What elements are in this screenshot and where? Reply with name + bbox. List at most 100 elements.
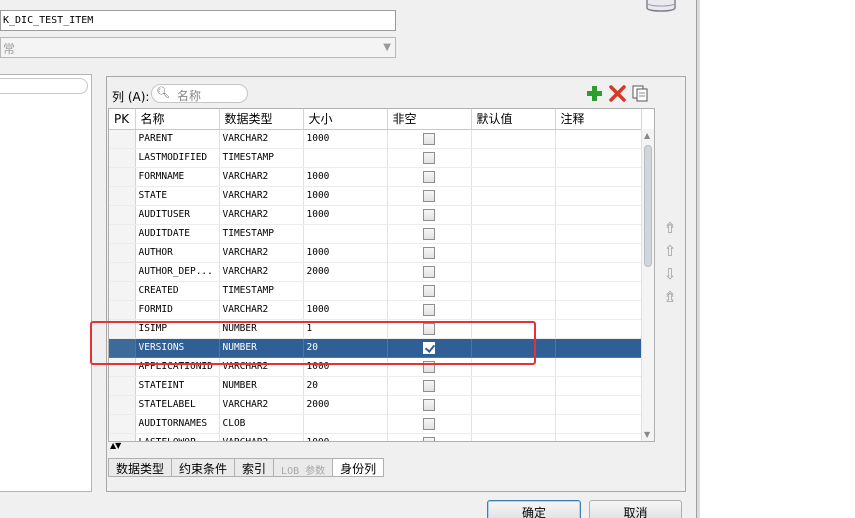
size-cell[interactable] — [303, 148, 388, 168]
comment-cell[interactable] — [555, 357, 642, 377]
column-name-cell[interactable]: AUDITUSER — [135, 205, 220, 225]
grid-vertical-scrollbar[interactable]: ▲ ▼ — [641, 129, 654, 441]
table-row[interactable]: CREATED TIMESTAMP — [109, 281, 642, 301]
size-cell[interactable] — [303, 224, 388, 244]
column-name-cell[interactable]: VERSIONS — [135, 338, 220, 358]
table-name-input[interactable]: K_DIC_TEST_ITEM — [0, 10, 396, 31]
table-type-select[interactable]: 常 ▼ — [0, 37, 396, 58]
default-value-cell[interactable] — [471, 243, 556, 263]
not-null-cell[interactable] — [387, 224, 472, 244]
pk-cell[interactable] — [109, 167, 136, 187]
column-name-cell[interactable]: STATELABEL — [135, 395, 220, 415]
header-data-type[interactable]: 数据类型 — [219, 109, 304, 130]
default-value-cell[interactable] — [471, 376, 556, 396]
size-cell[interactable]: 2000 — [303, 395, 388, 415]
data-type-cell[interactable]: VARCHAR2 — [219, 262, 304, 282]
pk-cell[interactable] — [109, 262, 136, 282]
table-row[interactable]: STATELABEL VARCHAR2 2000 — [109, 395, 642, 415]
default-value-cell[interactable] — [471, 300, 556, 320]
data-type-cell[interactable]: VARCHAR2 — [219, 186, 304, 206]
table-row[interactable]: PARENT VARCHAR2 1000 — [109, 129, 642, 149]
not-null-cell[interactable] — [387, 338, 472, 358]
header-pk[interactable]: PK — [109, 109, 136, 130]
header-not-null[interactable]: 非空 — [387, 109, 472, 130]
table-row[interactable]: VERSIONS NUMBER 20 — [109, 338, 642, 358]
data-type-cell[interactable]: CLOB — [219, 414, 304, 434]
tab-data-type[interactable]: 数据类型 — [108, 458, 172, 477]
not-null-cell[interactable] — [387, 414, 472, 434]
not-null-checkbox[interactable] — [423, 284, 435, 297]
pk-cell[interactable] — [109, 376, 136, 396]
column-search-input[interactable]: 🔍︎ 名称 — [151, 84, 248, 103]
column-name-cell[interactable]: CREATED — [135, 281, 220, 301]
pk-cell[interactable] — [109, 129, 136, 149]
default-value-cell[interactable] — [471, 129, 556, 149]
not-null-cell[interactable] — [387, 357, 472, 377]
not-null-checkbox[interactable] — [423, 246, 435, 259]
table-row[interactable]: AUDITDATE TIMESTAMP — [109, 224, 642, 244]
size-cell[interactable] — [303, 281, 388, 301]
size-cell[interactable]: 2000 — [303, 262, 388, 282]
not-null-cell[interactable] — [387, 319, 472, 339]
column-name-cell[interactable]: AUTHOR_DEP... — [135, 262, 220, 282]
pk-cell[interactable] — [109, 148, 136, 168]
not-null-checkbox[interactable] — [423, 417, 435, 430]
data-type-cell[interactable]: VARCHAR2 — [219, 357, 304, 377]
scroll-thumb[interactable] — [644, 145, 652, 267]
not-null-checkbox[interactable] — [423, 151, 435, 164]
default-value-cell[interactable] — [471, 224, 556, 244]
size-cell[interactable]: 1000 — [303, 186, 388, 206]
not-null-checkbox[interactable] — [423, 132, 435, 145]
not-null-checkbox[interactable] — [423, 379, 435, 392]
comment-cell[interactable] — [555, 395, 642, 415]
pk-cell[interactable] — [109, 281, 136, 301]
grid-split-handle[interactable]: ▲▼ — [108, 441, 655, 453]
comment-cell[interactable] — [555, 300, 642, 320]
not-null-cell[interactable] — [387, 395, 472, 415]
pk-cell[interactable] — [109, 243, 136, 263]
pk-cell[interactable] — [109, 357, 136, 377]
column-name-cell[interactable]: PARENT — [135, 129, 220, 149]
column-name-cell[interactable]: STATEINT — [135, 376, 220, 396]
data-type-cell[interactable]: TIMESTAMP — [219, 148, 304, 168]
ok-button[interactable]: 确定 — [487, 500, 581, 518]
not-null-checkbox[interactable] — [423, 341, 435, 354]
not-null-cell[interactable] — [387, 205, 472, 225]
header-size[interactable]: 大小 — [303, 109, 388, 130]
column-name-cell[interactable]: AUDITDATE — [135, 224, 220, 244]
pk-cell[interactable] — [109, 300, 136, 320]
size-cell[interactable]: 20 — [303, 376, 388, 396]
data-type-cell[interactable]: VARCHAR2 — [219, 205, 304, 225]
not-null-cell[interactable] — [387, 262, 472, 282]
default-value-cell[interactable] — [471, 281, 556, 301]
data-type-cell[interactable]: VARCHAR2 — [219, 167, 304, 187]
not-null-cell[interactable] — [387, 376, 472, 396]
column-name-cell[interactable]: LASTFLOWOP — [135, 433, 220, 441]
scroll-up-icon[interactable]: ▲ — [644, 131, 650, 140]
header-name[interactable]: 名称 — [135, 109, 220, 130]
not-null-checkbox[interactable] — [423, 189, 435, 202]
header-comment[interactable]: 注释 — [555, 109, 642, 130]
not-null-cell[interactable] — [387, 186, 472, 206]
move-up-icon[interactable]: ⇧ — [661, 242, 679, 265]
default-value-cell[interactable] — [471, 357, 556, 377]
comment-cell[interactable] — [555, 243, 642, 263]
size-cell[interactable]: 1000 — [303, 243, 388, 263]
data-type-cell[interactable]: NUMBER — [219, 338, 304, 358]
column-name-cell[interactable]: FORMNAME — [135, 167, 220, 187]
cancel-button[interactable]: 取消 — [589, 500, 682, 518]
pk-cell[interactable] — [109, 205, 136, 225]
not-null-checkbox[interactable] — [423, 360, 435, 373]
delete-column-icon[interactable] — [609, 85, 626, 102]
column-name-cell[interactable]: ISIMP — [135, 319, 220, 339]
pk-cell[interactable] — [109, 319, 136, 339]
table-row[interactable]: STATEINT NUMBER 20 — [109, 376, 642, 396]
table-row[interactable]: STATE VARCHAR2 1000 — [109, 186, 642, 206]
default-value-cell[interactable] — [471, 148, 556, 168]
size-cell[interactable]: 1000 — [303, 167, 388, 187]
default-value-cell[interactable] — [471, 433, 556, 441]
table-row[interactable]: FORMNAME VARCHAR2 1000 — [109, 167, 642, 187]
comment-cell[interactable] — [555, 433, 642, 441]
move-down-icon[interactable]: ⇩ — [661, 265, 679, 288]
scroll-down-icon[interactable]: ▼ — [644, 430, 650, 439]
